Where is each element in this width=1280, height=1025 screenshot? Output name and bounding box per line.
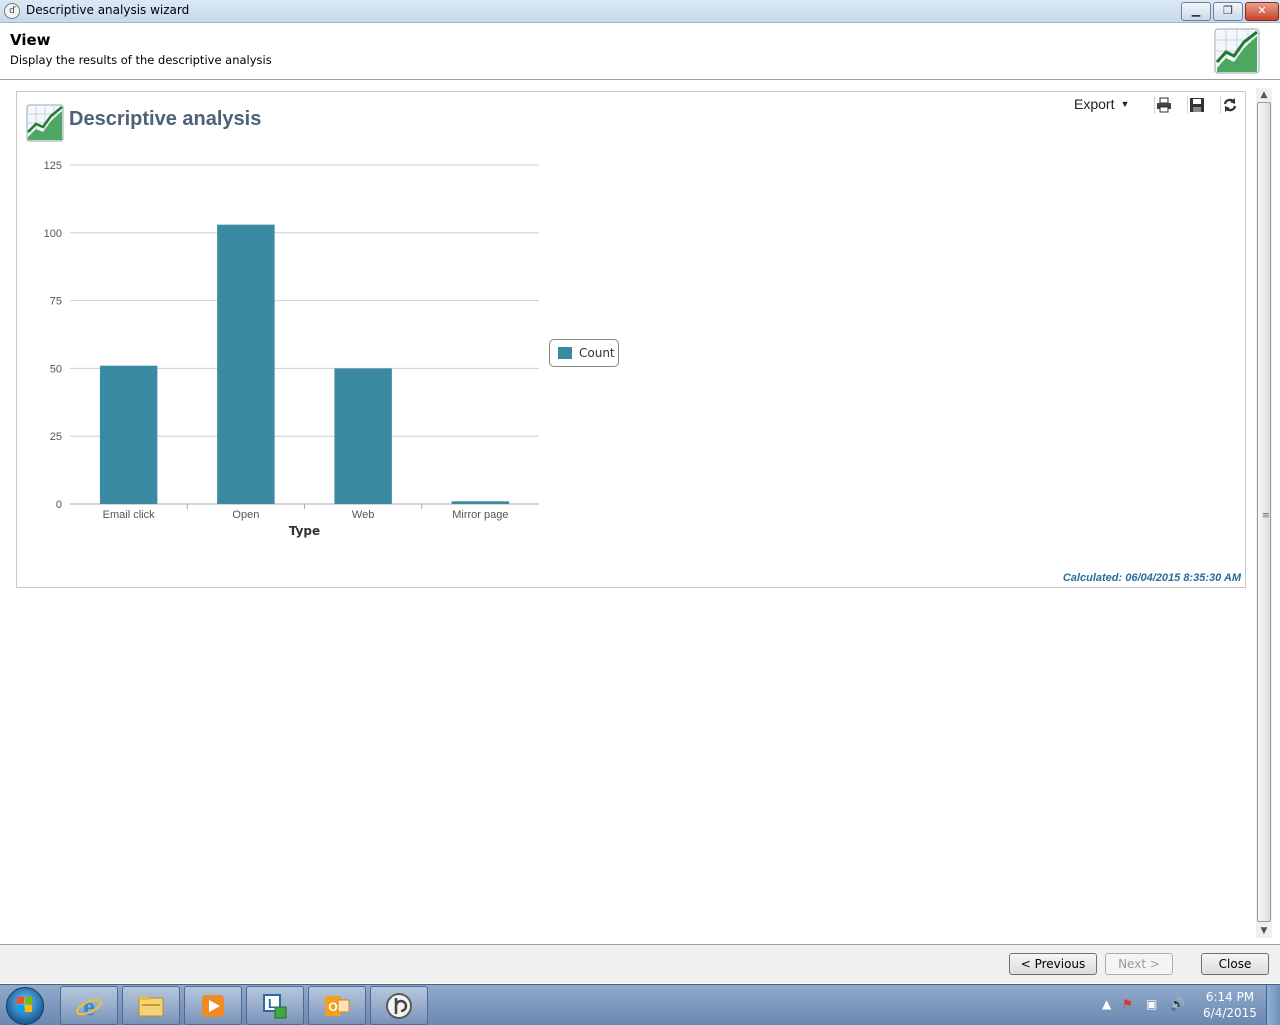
minimize-button[interactable]: ▁ bbox=[1181, 2, 1211, 21]
next-button[interactable]: Next > bbox=[1105, 953, 1173, 975]
grip-icon: ≡ bbox=[1262, 511, 1270, 521]
taskbar-network-app[interactable]: L bbox=[246, 986, 304, 1025]
scroll-up-icon[interactable]: ▲ bbox=[1256, 88, 1272, 102]
x-axis-title: Type bbox=[289, 524, 320, 538]
chart-report-icon bbox=[1214, 28, 1260, 74]
save-icon[interactable] bbox=[1187, 96, 1206, 114]
wizard-app-icon bbox=[386, 993, 412, 1019]
wizard-header: View Display the results of the descript… bbox=[0, 23, 1280, 80]
legend-label: Count bbox=[579, 346, 615, 360]
taskbar-file-explorer[interactable] bbox=[122, 986, 180, 1025]
restore-button[interactable]: ❐ bbox=[1213, 2, 1243, 21]
svg-text:O: O bbox=[328, 1000, 337, 1014]
svg-text:e: e bbox=[83, 992, 95, 1020]
report-panel: Descriptive analysis Export ▼ 0 25 50 75 100 1… bbox=[16, 91, 1246, 588]
refresh-icon[interactable] bbox=[1220, 96, 1239, 114]
vertical-scrollbar[interactable]: ▲ ≡ ▼ bbox=[1256, 88, 1272, 938]
media-player-icon bbox=[202, 995, 224, 1017]
scroll-down-icon[interactable]: ▼ bbox=[1256, 924, 1272, 938]
y-tick-label: 0 bbox=[56, 499, 62, 511]
x-tick-label: Open bbox=[232, 509, 259, 521]
windows-logo-icon bbox=[17, 997, 32, 1012]
export-dropdown[interactable]: Export ▼ bbox=[1074, 96, 1129, 112]
scrollbar-thumb[interactable]: ≡ bbox=[1257, 102, 1271, 922]
clock-date: 6/4/2015 bbox=[1203, 1006, 1257, 1020]
print-icon[interactable] bbox=[1154, 96, 1173, 114]
clock-time: 6:14 PM bbox=[1205, 990, 1255, 1004]
system-clock[interactable]: 6:14 PM 6/4/2015 bbox=[1200, 989, 1260, 1021]
show-desktop-button[interactable] bbox=[1266, 985, 1280, 1025]
app-logo-icon[interactable]: ď bbox=[4, 3, 20, 19]
legend-swatch bbox=[558, 347, 572, 359]
chart-legend[interactable]: Count bbox=[549, 339, 619, 367]
x-tick-label: Web bbox=[352, 509, 374, 521]
x-tick-label: Email click bbox=[103, 509, 155, 521]
window-title-bar[interactable]: ď Descriptive analysis wizard ▁ ❐ ✕ bbox=[0, 0, 1280, 23]
bar-email-click bbox=[99, 365, 158, 504]
bar-mirror-page bbox=[451, 501, 510, 504]
action-center-flag-icon[interactable]: ⚑ bbox=[1122, 997, 1133, 1011]
y-tick-label: 125 bbox=[44, 160, 62, 172]
y-tick-label: 100 bbox=[44, 228, 62, 240]
bar-web bbox=[334, 368, 392, 504]
system-tray[interactable]: ▲ ⚑ ▣ 🔊 bbox=[1098, 991, 1198, 1019]
close-button[interactable]: Close bbox=[1201, 953, 1269, 975]
y-tick-label: 75 bbox=[50, 296, 62, 308]
chevron-down-icon: ▼ bbox=[1120, 99, 1130, 109]
tray-expand-icon[interactable]: ▲ bbox=[1102, 997, 1111, 1011]
internet-explorer-icon: e bbox=[76, 992, 102, 1020]
page-subtitle: Display the results of the descriptive a… bbox=[10, 53, 272, 67]
close-window-button[interactable]: ✕ bbox=[1245, 2, 1279, 21]
previous-button[interactable]: < Previous bbox=[1009, 953, 1097, 975]
taskbar-outlook[interactable]: O bbox=[308, 986, 366, 1025]
volume-icon[interactable]: 🔊 bbox=[1170, 997, 1185, 1011]
bar-chart: 0 25 50 75 100 125 Email click Open Web Mirror pa… bbox=[44, 160, 539, 538]
wizard-footer: < Previous Next > Close bbox=[0, 945, 1280, 983]
x-tick-label: Mirror page bbox=[452, 509, 508, 521]
outlook-icon: O bbox=[325, 996, 350, 1016]
bar-open bbox=[217, 224, 275, 504]
taskbar-media-player[interactable] bbox=[184, 986, 242, 1025]
start-button[interactable] bbox=[6, 987, 44, 1025]
window-title: Descriptive analysis wizard bbox=[26, 3, 190, 17]
taskbar-wizard-app[interactable] bbox=[370, 986, 428, 1025]
file-explorer-icon bbox=[138, 996, 164, 1017]
export-label: Export bbox=[1074, 96, 1115, 112]
network-icon[interactable]: ▣ bbox=[1146, 997, 1157, 1011]
calculated-timestamp: Calculated: 06/04/2015 8:35:30 AM bbox=[1062, 572, 1241, 584]
y-tick-label: 50 bbox=[50, 363, 62, 375]
network-app-icon: L bbox=[263, 994, 287, 1019]
page-title: View bbox=[10, 31, 51, 49]
taskbar-internet-explorer[interactable]: e bbox=[60, 986, 118, 1025]
y-tick-label: 25 bbox=[50, 431, 62, 443]
taskbar: e L O ▲ ⚑ ▣ 🔊 6:14 PM 6/4/2015 bbox=[0, 984, 1280, 1025]
